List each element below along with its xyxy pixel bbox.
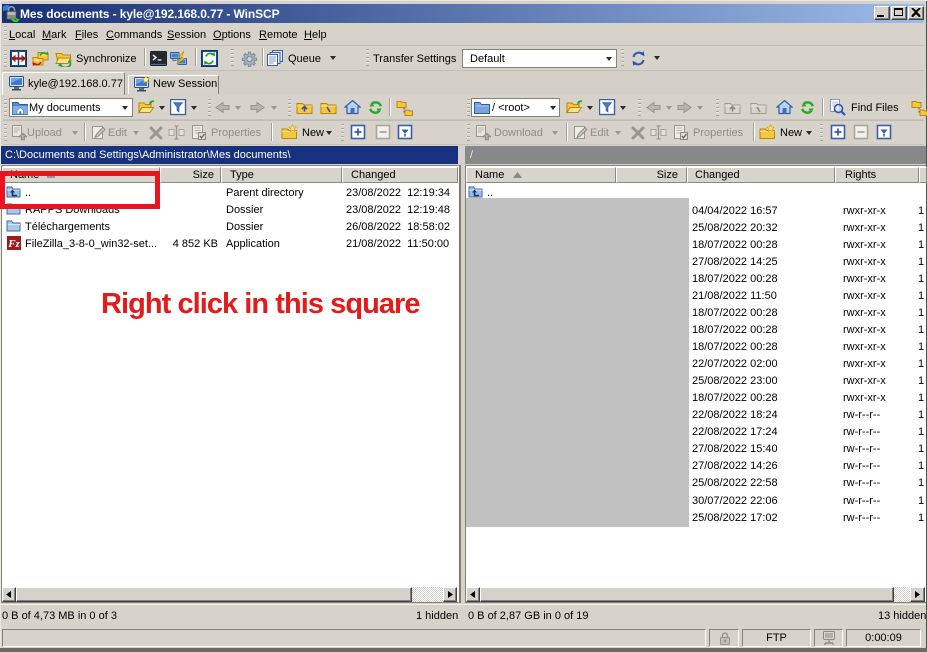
svg-text:Fz: Fz — [7, 238, 20, 250]
